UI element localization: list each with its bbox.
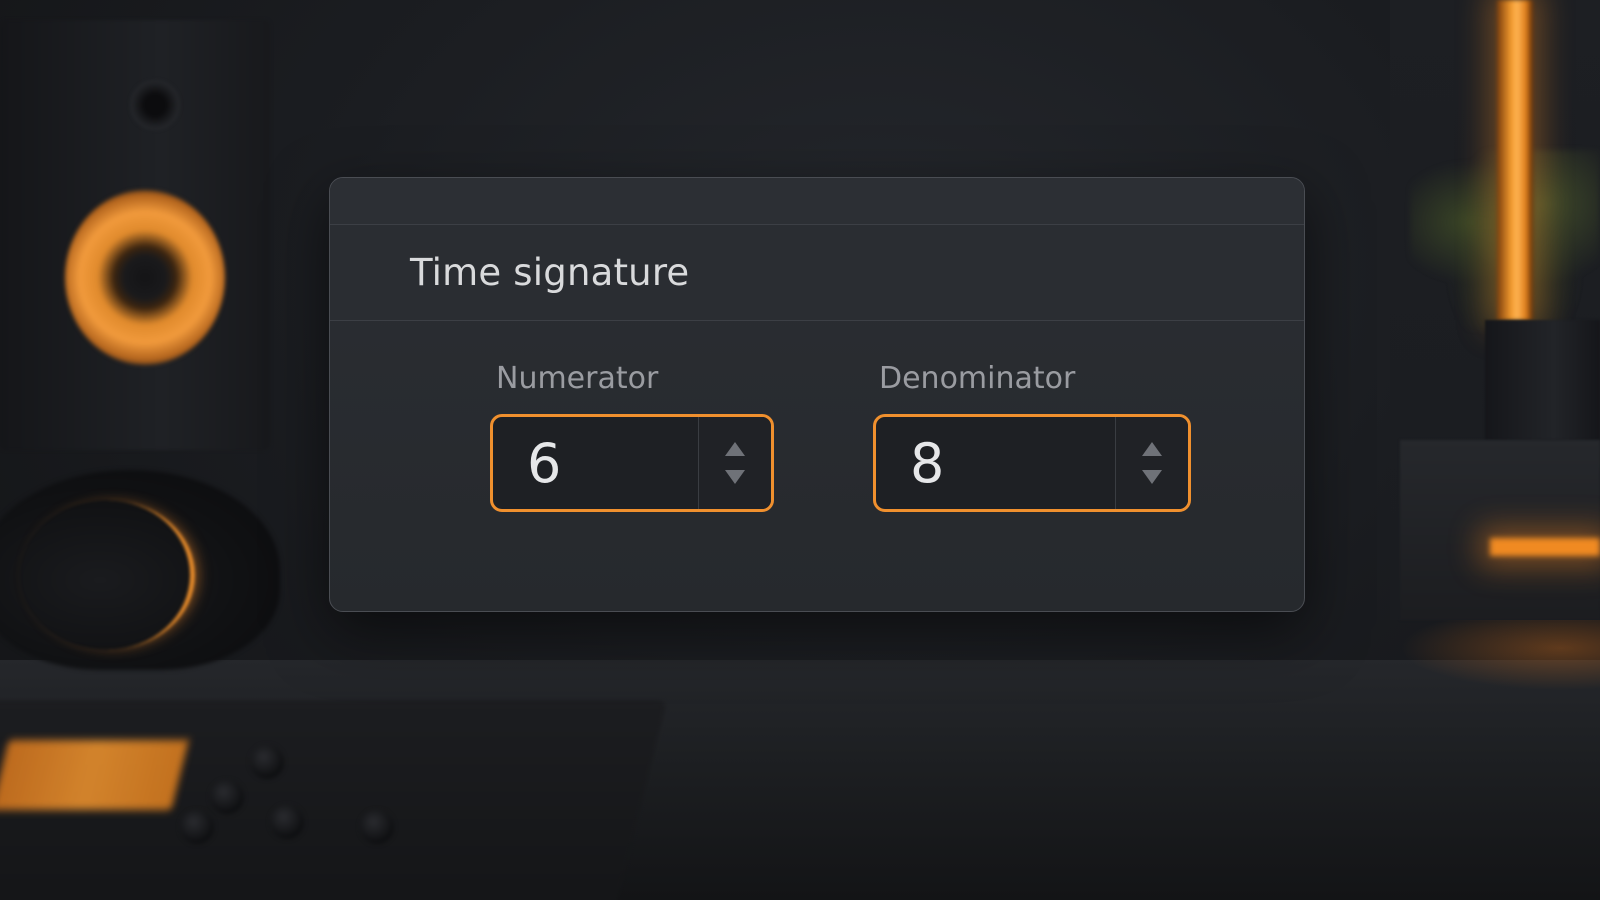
background-shelf bbox=[1400, 440, 1600, 620]
background-knob bbox=[270, 805, 304, 839]
background-knob bbox=[250, 745, 284, 779]
background-scene: Time signature Numerator 6 Denominator 8 bbox=[0, 0, 1600, 900]
dialog-header: Time signature bbox=[330, 225, 1304, 321]
arrow-up-icon[interactable] bbox=[725, 442, 745, 456]
denominator-label: Denominator bbox=[879, 361, 1076, 396]
time-signature-dialog: Time signature Numerator 6 Denominator 8 bbox=[329, 177, 1305, 612]
background-plant-pot bbox=[1485, 320, 1600, 440]
numerator-spinbox[interactable]: 6 bbox=[490, 414, 774, 512]
dialog-title: Time signature bbox=[410, 251, 690, 294]
numerator-label: Numerator bbox=[496, 361, 659, 396]
arrow-up-icon[interactable] bbox=[1142, 442, 1162, 456]
denominator-field: Denominator 8 bbox=[873, 361, 1191, 512]
background-speaker-woofer bbox=[65, 190, 225, 365]
background-speaker-tweeter bbox=[130, 80, 180, 130]
arrow-down-icon[interactable] bbox=[725, 470, 745, 484]
background-desk-glow bbox=[1400, 620, 1600, 690]
dialog-title-bar[interactable] bbox=[330, 178, 1304, 225]
background-knob bbox=[360, 810, 394, 844]
numerator-stepper bbox=[698, 417, 771, 509]
background-shelf-glow bbox=[1490, 538, 1600, 556]
background-headphones-ring bbox=[20, 500, 195, 650]
background-knob bbox=[180, 810, 214, 844]
denominator-input[interactable]: 8 bbox=[876, 417, 1115, 509]
background-light-strip bbox=[1497, 0, 1533, 320]
background-controller-pads bbox=[0, 740, 189, 810]
dialog-body: Numerator 6 Denominator 8 bbox=[330, 321, 1304, 611]
denominator-spinbox[interactable]: 8 bbox=[873, 414, 1191, 512]
background-knob bbox=[210, 780, 244, 814]
numerator-field: Numerator 6 bbox=[490, 361, 774, 512]
denominator-stepper bbox=[1115, 417, 1188, 509]
arrow-down-icon[interactable] bbox=[1142, 470, 1162, 484]
numerator-input[interactable]: 6 bbox=[493, 417, 698, 509]
